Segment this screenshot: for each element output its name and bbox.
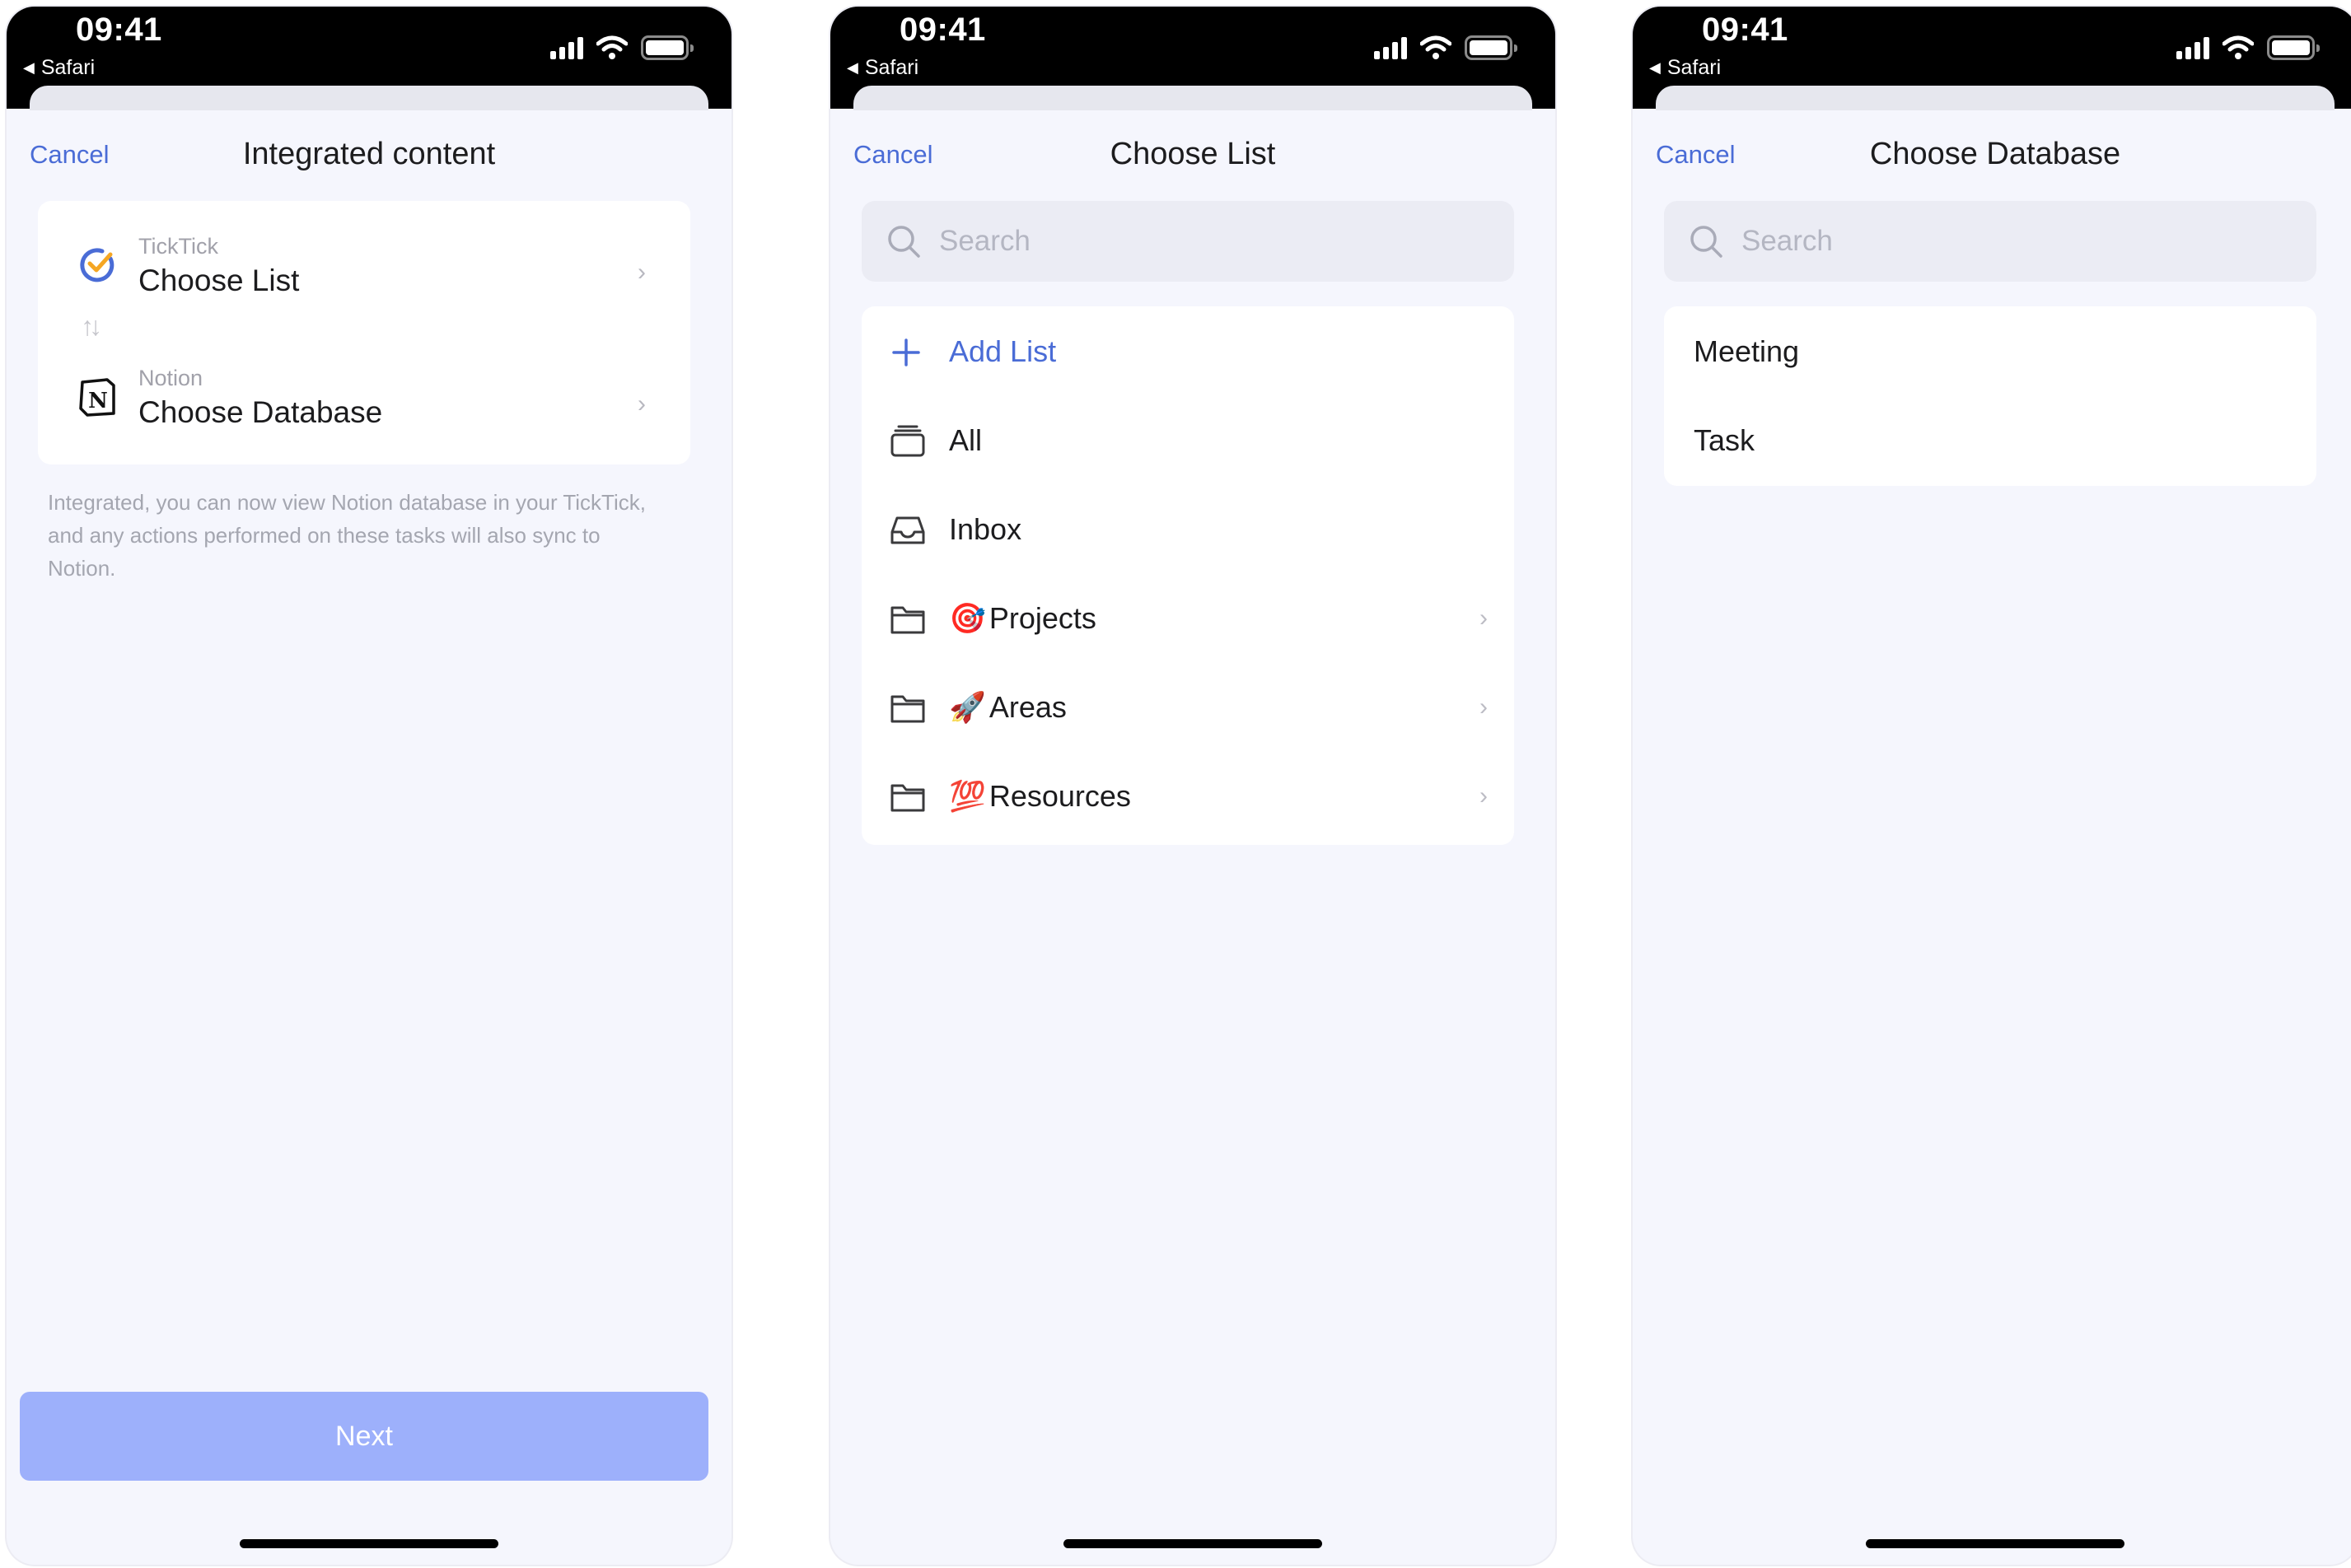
chevron-right-icon: › <box>638 390 646 418</box>
next-button[interactable]: Next <box>20 1392 708 1481</box>
choose-list-row[interactable]: TickTick Choose List › <box>38 201 690 308</box>
wifi-icon <box>596 35 628 59</box>
nav-bar: Cancel Choose List <box>830 110 1555 208</box>
hundred-points-emoji-icon: 💯 <box>949 779 986 813</box>
svg-text:N: N <box>88 389 108 413</box>
back-to-app[interactable]: ◀ Safari <box>23 56 95 80</box>
list-item-areas[interactable]: 🚀 Areas › <box>862 662 1514 751</box>
list-item-label: Resources <box>989 779 1131 813</box>
choose-database-value: Choose Database <box>138 395 383 429</box>
plus-icon <box>892 338 920 366</box>
list-card: Add List All Inbox 🎯 Projects › 🚀 Areas › … <box>862 306 1514 845</box>
list-item-label: Projects <box>989 601 1096 635</box>
battery-icon <box>1465 35 1517 60</box>
wifi-icon <box>2222 35 2254 59</box>
chevron-right-icon: › <box>1479 693 1488 721</box>
list-item-label: All <box>949 423 983 457</box>
back-triangle-icon: ◀ <box>23 59 35 76</box>
chevron-right-icon: › <box>1479 782 1488 810</box>
nav-bar: Cancel Integrated content <box>7 110 731 208</box>
page-title: Choose List <box>1110 137 1276 171</box>
wifi-icon <box>1420 35 1451 59</box>
list-item-all[interactable]: All <box>862 395 1514 484</box>
back-to-app[interactable]: ◀ Safari <box>847 56 918 80</box>
folder-icon <box>890 695 925 723</box>
status-time: 09:41 <box>76 12 162 48</box>
screen-integrated-content: 09:41 ◀ Safari Cancel Integrated content … <box>7 7 731 1565</box>
cellular-signal-icon <box>1374 36 1407 59</box>
back-to-app[interactable]: ◀ Safari <box>1649 56 1721 80</box>
search-bar <box>862 201 1514 282</box>
database-item-meeting[interactable]: Meeting <box>1664 306 2316 395</box>
add-list-button[interactable]: Add List <box>862 306 1514 395</box>
chevron-right-icon: › <box>1479 604 1488 632</box>
database-item-label: Task <box>1694 423 1755 457</box>
folder-icon <box>890 784 925 812</box>
page-title: Integrated content <box>242 137 496 171</box>
folder-icon <box>890 606 925 634</box>
list-item-label: Inbox <box>949 512 1022 546</box>
cellular-signal-icon <box>550 36 583 59</box>
status-time: 09:41 <box>1702 12 1788 48</box>
search-bar <box>1664 201 2316 282</box>
home-indicator[interactable] <box>240 1539 498 1548</box>
dart-emoji-icon: 🎯 <box>949 601 986 635</box>
integration-card: TickTick Choose List › ↑↓ N Notion Choos… <box>38 201 690 464</box>
add-list-label: Add List <box>949 334 1057 368</box>
home-indicator[interactable] <box>1866 1539 2124 1548</box>
notion-label: Notion <box>138 366 203 390</box>
database-item-task[interactable]: Task <box>1664 395 2316 484</box>
rocket-emoji-icon: 🚀 <box>949 690 986 724</box>
back-triangle-icon: ◀ <box>847 59 858 76</box>
back-triangle-icon: ◀ <box>1649 59 1661 76</box>
inbox-icon <box>890 516 925 544</box>
ticktick-label: TickTick <box>138 234 218 259</box>
screen-choose-list: 09:41 ◀Safari Cancel Choose List Add Lis… <box>830 7 1555 1565</box>
search-icon <box>888 226 920 258</box>
nav-bar: Cancel Choose Database <box>1633 110 2351 208</box>
database-list: Meeting Task <box>1664 306 2316 486</box>
search-input[interactable] <box>939 201 1483 282</box>
screen-choose-database: 09:41 ◀Safari Cancel Choose Database Mee… <box>1633 7 2351 1565</box>
cellular-signal-icon <box>2176 36 2209 59</box>
battery-icon <box>641 35 694 60</box>
notion-logo-icon: N <box>79 378 115 417</box>
list-item-label: Areas <box>989 690 1067 724</box>
battery-icon <box>2267 35 2320 60</box>
search-input[interactable] <box>1741 201 2285 282</box>
ticktick-logo-icon <box>80 248 115 282</box>
search-icon <box>1690 226 1722 258</box>
database-item-label: Meeting <box>1694 334 1800 368</box>
choose-database-row[interactable]: N Notion Choose Database › <box>38 333 690 440</box>
status-time: 09:41 <box>900 12 986 48</box>
chevron-right-icon: › <box>638 259 646 286</box>
choose-list-value: Choose List <box>138 264 300 297</box>
page-title: Choose Database <box>1869 137 2121 171</box>
integration-info-text: Integrated, you can now view Notion data… <box>48 490 646 581</box>
home-indicator[interactable] <box>1063 1539 1322 1548</box>
list-item-projects[interactable]: 🎯 Projects › <box>862 573 1514 662</box>
list-item-resources[interactable]: 💯 Resources › <box>862 751 1514 840</box>
list-item-inbox[interactable]: Inbox <box>862 484 1514 573</box>
stack-icon <box>890 425 925 457</box>
